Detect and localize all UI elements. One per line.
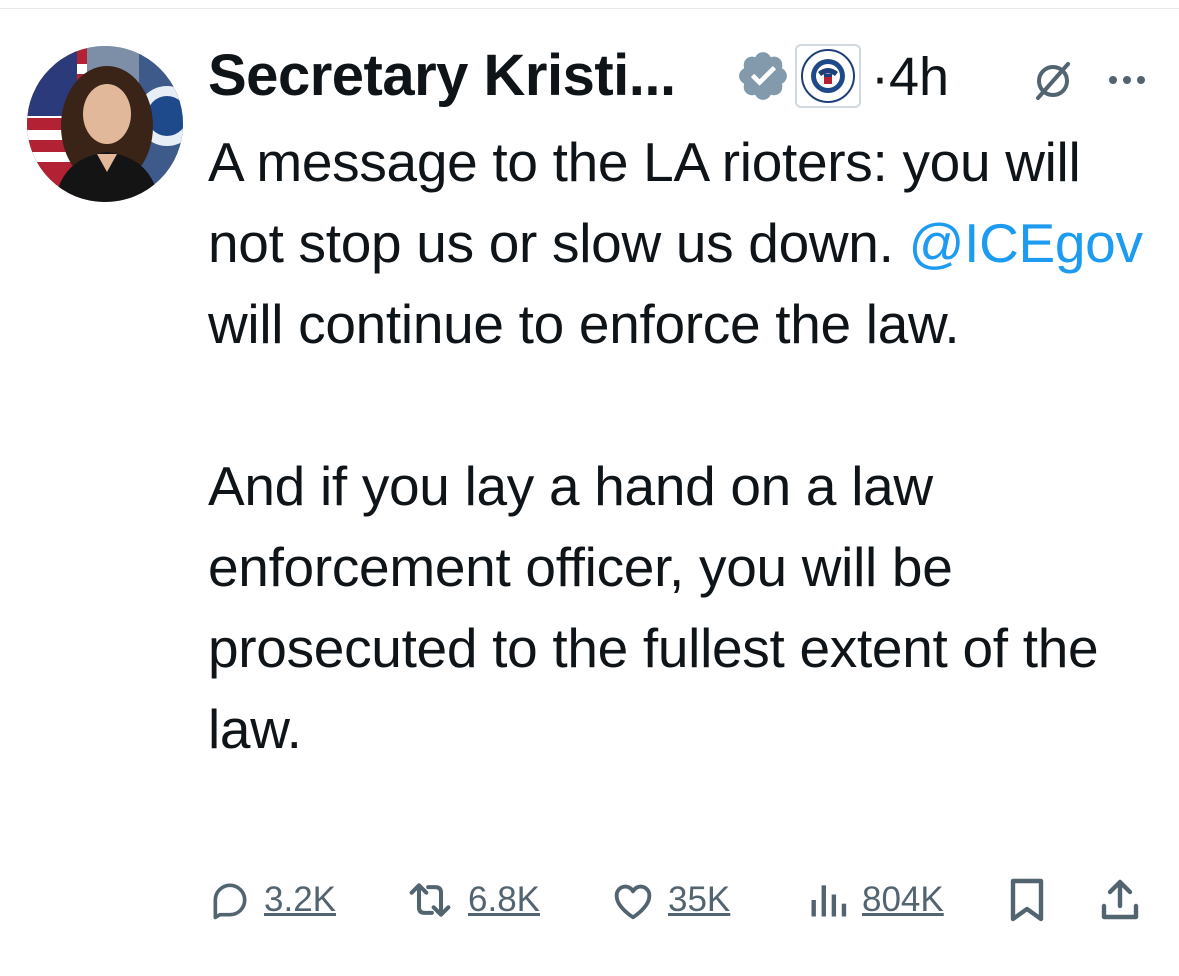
tweet-text: A message to the LA rioters: you will no…: [208, 122, 1158, 770]
timestamp[interactable]: ·4h: [871, 46, 949, 108]
like-button[interactable]: 35K: [610, 870, 730, 930]
verified-check-icon[interactable]: [735, 48, 791, 104]
views-icon: [806, 878, 850, 922]
grok-icon[interactable]: [1030, 58, 1076, 104]
dhs-seal-icon[interactable]: [795, 44, 861, 108]
tweet-paragraph-1: A message to the LA rioters: you will no…: [208, 122, 1158, 365]
views-count: 804K: [862, 880, 944, 919]
avatar[interactable]: [27, 46, 183, 202]
mention-link[interactable]: @ICEgov: [909, 212, 1143, 274]
reply-button[interactable]: 3.2K: [208, 870, 336, 930]
top-divider: [0, 8, 1179, 9]
action-bar: 3.2K 6.8K 35K 804K: [208, 870, 1158, 930]
share-button[interactable]: [1098, 870, 1142, 930]
text-segment: will continue to enforce the law.: [208, 293, 960, 355]
views-button[interactable]: 804K: [806, 870, 944, 930]
like-count: 35K: [668, 880, 731, 919]
more-icon[interactable]: [1105, 58, 1149, 102]
bookmark-icon: [1005, 876, 1049, 924]
share-icon: [1098, 876, 1142, 924]
repost-button[interactable]: 6.8K: [404, 870, 540, 930]
reply-count: 3.2K: [264, 880, 336, 919]
repost-count: 6.8K: [468, 880, 540, 919]
repost-icon: [404, 878, 456, 922]
bookmark-button[interactable]: [1005, 870, 1049, 930]
reply-icon: [208, 878, 252, 922]
display-name[interactable]: Secretary Kristi...: [208, 42, 676, 109]
tweet-paragraph-2: And if you lay a hand on a law enforceme…: [208, 455, 1099, 760]
tweet-header: Secretary Kristi... ·4h: [208, 40, 1168, 110]
like-icon: [610, 878, 656, 922]
